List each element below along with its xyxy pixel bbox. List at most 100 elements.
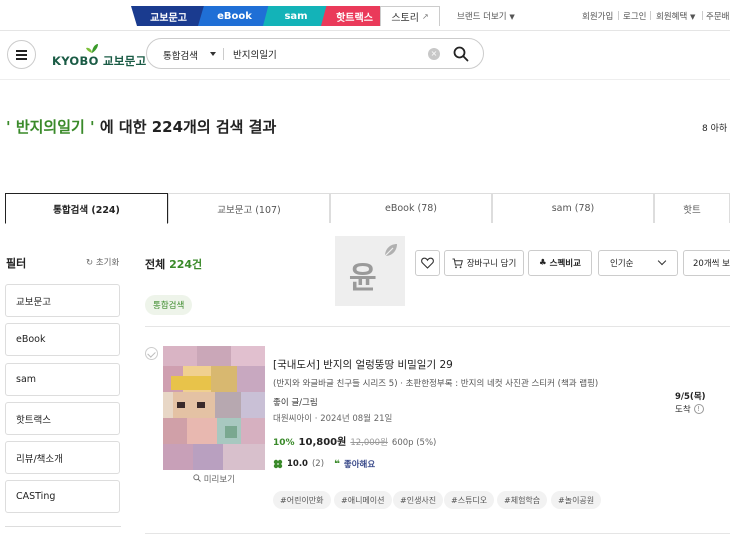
- orders-link[interactable]: 주문배: [706, 10, 729, 22]
- filter-item-ebook[interactable]: eBook: [5, 323, 120, 356]
- search-input[interactable]: [233, 44, 423, 64]
- tag[interactable]: #애니메이션: [334, 491, 392, 509]
- brand-tab-label: sam: [284, 10, 308, 22]
- total-count-value: 224건: [169, 258, 203, 271]
- search-keyword: ' 반지의일기 ': [6, 118, 95, 136]
- brand-tab-label: 교보문고: [150, 12, 187, 24]
- caret-down-icon: [210, 52, 216, 56]
- quote-icon: ❝: [334, 458, 340, 470]
- benefits-label: 회원혜택: [656, 12, 688, 22]
- brand-tab-sam[interactable]: sam: [263, 6, 329, 26]
- spec-compare-button[interactable]: ♣ 스펙비교: [528, 250, 592, 276]
- category-tabs: 통합검색 (224) 교보문고 (107) eBook (78) sam (78…: [5, 193, 730, 224]
- tag[interactable]: #스튜디오: [444, 491, 495, 509]
- preview-link[interactable]: 미리보기: [193, 473, 235, 485]
- filter-reset-button[interactable]: ↻ 초기화: [86, 256, 119, 268]
- search-box: 통합검색 ×: [146, 38, 484, 69]
- search-icon[interactable]: [453, 46, 469, 62]
- add-to-cart-label: 장바구니 담기: [466, 259, 517, 269]
- original-price: 12,000원: [350, 438, 388, 448]
- product-publisher: 대원씨아이 · 2024년 08월 21일: [273, 414, 393, 424]
- header-extra-text: 8 아하: [702, 124, 728, 134]
- watermark: 윤: [335, 236, 405, 306]
- compare-icon: ♣: [539, 258, 547, 268]
- delivery-label: 도착: [675, 405, 691, 415]
- spec-compare-label: 스펙비교: [549, 259, 581, 269]
- filter-chip[interactable]: 통합검색: [145, 295, 193, 315]
- heart-icon: [421, 257, 434, 269]
- tag[interactable]: #체험학습: [497, 491, 548, 509]
- brand-tab-label: eBook: [217, 10, 252, 22]
- tab-kyobo[interactable]: 교보문고 (107): [168, 193, 330, 223]
- book-cover-image[interactable]: [163, 346, 265, 470]
- filter-item-sam[interactable]: sam: [5, 363, 120, 396]
- divider: [0, 79, 730, 80]
- filter-item-kyobo[interactable]: 교보문고: [5, 284, 120, 317]
- chevron-down-icon: [658, 256, 667, 266]
- kyobo-logo[interactable]: KYOBO 교보문고: [52, 42, 146, 68]
- divider: [145, 326, 730, 327]
- brand-tab-ebook[interactable]: eBook: [198, 6, 271, 26]
- tag[interactable]: #어린이만화: [273, 491, 331, 509]
- brand-bar: 교보문고 eBook sam 핫트랙스 스토리 ↗ 브랜드 더보기 ▼ 회원가입 …: [0, 0, 730, 31]
- tab-hottracks[interactable]: 핫트: [654, 193, 730, 223]
- info-icon[interactable]: !: [693, 404, 704, 414]
- preview-label: 미리보기: [203, 475, 235, 485]
- divider: [223, 48, 224, 60]
- product-rating: 10.0 (2) ❝ 좋아해요: [273, 458, 375, 470]
- divider: [650, 11, 651, 20]
- refresh-icon: ↻: [86, 258, 94, 268]
- total-count: 전체 224건: [145, 256, 202, 272]
- divider: [145, 533, 730, 534]
- divider: [5, 526, 121, 527]
- filter-item-hottracks[interactable]: 핫트랙스: [5, 402, 120, 435]
- filter-item-review[interactable]: 리뷰/책소개: [5, 441, 120, 474]
- like-label[interactable]: 좋아해요: [344, 458, 375, 470]
- tag[interactable]: #인생사진: [393, 491, 444, 509]
- discount-rate: 10%: [273, 438, 295, 448]
- clover-icon: [273, 459, 283, 469]
- filter-item-casting[interactable]: CASTing: [5, 480, 120, 513]
- filter-title: 필터: [6, 257, 27, 270]
- menu-button[interactable]: [7, 40, 36, 69]
- hamburger-icon: [16, 53, 27, 56]
- result-headline: ' 반지의일기 ' 에 대한 224개의 검색 결과: [6, 116, 276, 137]
- external-link-icon: ↗: [421, 12, 429, 21]
- sort-select[interactable]: 인기순: [598, 250, 678, 276]
- select-checkbox[interactable]: [145, 347, 158, 360]
- product-title[interactable]: [국내도서] 반지의 얼렁뚱땅 비밀일기 29: [273, 357, 453, 372]
- sort-label: 인기순: [610, 259, 634, 269]
- add-to-cart-button[interactable]: 장바구니 담기: [444, 250, 524, 276]
- tag[interactable]: #놀이공원: [551, 491, 602, 509]
- review-count[interactable]: (2): [312, 459, 324, 469]
- logo-text: KYOBO 교보문고: [52, 54, 147, 68]
- chevron-down-icon: ▼: [509, 13, 515, 21]
- leaf-icon: [384, 244, 397, 257]
- wishlist-button[interactable]: [415, 250, 440, 276]
- watermark-text: 윤: [349, 261, 377, 296]
- tab-all[interactable]: 통합검색 (224): [5, 193, 168, 224]
- tab-sam[interactable]: sam (78): [492, 193, 654, 223]
- brand-tab-label: 스토리: [391, 13, 419, 24]
- tab-ebook[interactable]: eBook (78): [330, 193, 492, 223]
- divider: [702, 11, 703, 20]
- search-category-select[interactable]: 통합검색: [163, 48, 198, 62]
- per-page-select[interactable]: 20개씩 보: [683, 250, 730, 276]
- brand-tab-story[interactable]: 스토리 ↗: [380, 6, 440, 26]
- login-link[interactable]: 로그인: [623, 10, 646, 22]
- brand-tab-hottracks[interactable]: 핫트랙스: [321, 6, 388, 26]
- cart-icon: [452, 258, 463, 268]
- clear-icon[interactable]: ×: [428, 48, 440, 60]
- product-author[interactable]: 좋이 글/그림: [273, 396, 318, 408]
- book-cover-mosaic: [163, 346, 265, 470]
- brand-tab-kyobo[interactable]: 교보문고: [131, 6, 206, 26]
- join-link[interactable]: 회원가입: [582, 10, 613, 22]
- total-label: 전체: [145, 258, 166, 271]
- product-subtitle: (반지와 와글바글 친구들 시리즈 5) · 초판한정부록 : 반지의 네컷 사…: [273, 379, 599, 389]
- points: 600p (5%): [391, 438, 437, 448]
- brand-more-link[interactable]: 브랜드 더보기 ▼: [457, 10, 515, 22]
- result-count-text: 에 대한 224개의 검색 결과: [99, 118, 277, 136]
- delivery-date: 9/5(목): [675, 392, 706, 402]
- benefits-link[interactable]: 회원혜택 ▼: [656, 10, 695, 22]
- per-page-label: 20개씩 보: [693, 259, 730, 269]
